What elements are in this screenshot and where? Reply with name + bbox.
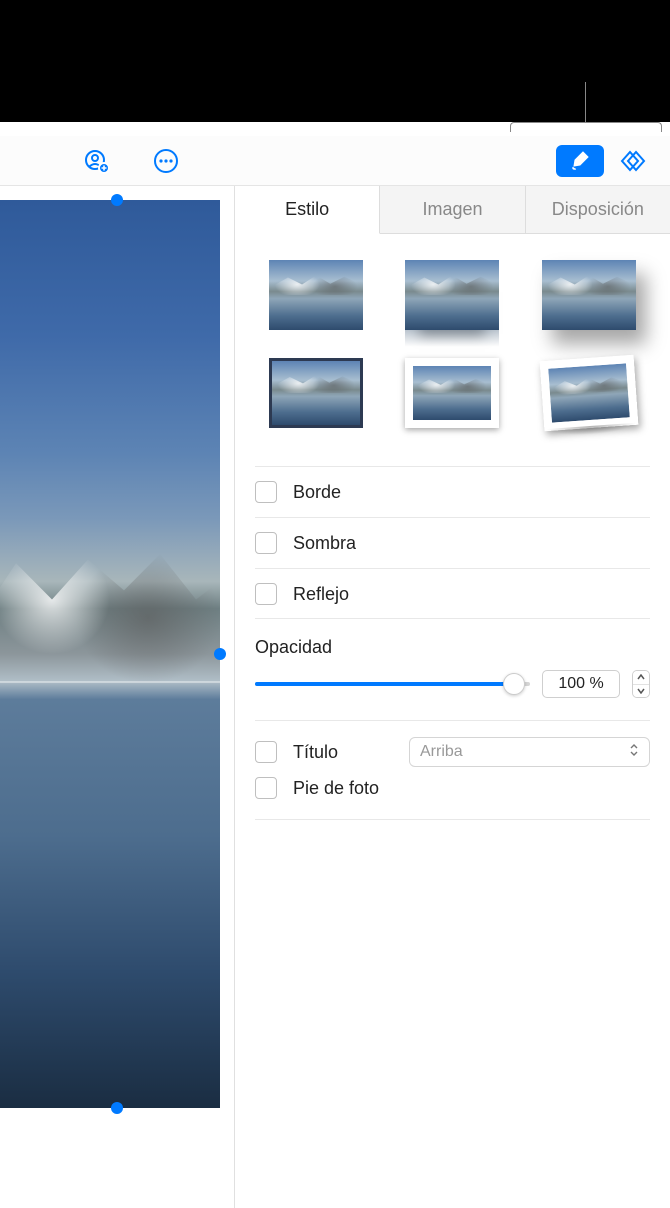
document-canvas[interactable] — [0, 186, 234, 1208]
style-preset-reflection[interactable] — [405, 260, 499, 330]
collaborate-button[interactable] — [80, 145, 112, 177]
more-options-button[interactable] — [150, 145, 182, 177]
title-label: Título — [293, 742, 397, 763]
title-caption-section: Título Arriba Pie de foto — [255, 721, 650, 820]
more-options-icon — [152, 147, 180, 175]
selection-handle-right[interactable] — [214, 648, 226, 660]
border-label: Borde — [293, 482, 341, 503]
chevron-down-icon — [637, 688, 645, 694]
style-preset-none[interactable] — [269, 260, 363, 330]
selected-image[interactable] — [0, 200, 220, 1108]
opacity-step-up[interactable] — [633, 671, 649, 685]
collaborate-icon — [82, 147, 110, 175]
format-inspector-panel: Estilo Imagen Disposición Borde Sombra — [234, 186, 670, 1208]
opacity-section: Opacidad 100 % — [255, 618, 650, 721]
selection-handle-bottom[interactable] — [111, 1102, 123, 1114]
shadow-label: Sombra — [293, 533, 356, 554]
style-preset-white-frame[interactable] — [405, 358, 499, 428]
opacity-stepper — [632, 670, 650, 698]
annotation-callout — [0, 122, 670, 136]
reflection-checkbox[interactable] — [255, 583, 277, 605]
title-checkbox[interactable] — [255, 741, 277, 763]
toolbar — [0, 136, 670, 186]
style-preset-shadow[interactable] — [542, 260, 636, 330]
diamond-icon — [619, 149, 649, 173]
opacity-label: Opacidad — [255, 637, 650, 658]
format-inspector-button[interactable] — [556, 145, 604, 177]
opacity-value-field[interactable]: 100 % — [542, 670, 620, 698]
reflection-label: Reflejo — [293, 584, 349, 605]
style-preset-tilted-frame[interactable] — [540, 355, 639, 431]
tab-style[interactable]: Estilo — [235, 186, 380, 234]
opacity-slider[interactable] — [255, 676, 530, 692]
border-row: Borde — [255, 466, 650, 517]
title-position-value: Arriba — [420, 743, 463, 761]
dropdown-caret-icon — [629, 743, 639, 761]
animate-inspector-button[interactable] — [610, 145, 658, 177]
reflection-row: Reflejo — [255, 568, 650, 619]
selection-handle-top[interactable] — [111, 194, 123, 206]
tab-arrange[interactable]: Disposición — [526, 186, 670, 234]
style-preset-dark-border[interactable] — [269, 358, 363, 428]
inspector-tabs: Estilo Imagen Disposición — [235, 186, 670, 234]
border-checkbox[interactable] — [255, 481, 277, 503]
opacity-step-down[interactable] — [633, 685, 649, 698]
shadow-checkbox[interactable] — [255, 532, 277, 554]
style-thumbnail-grid — [255, 252, 650, 444]
window-titlebar-blackout — [0, 0, 670, 122]
paintbrush-icon — [568, 149, 592, 173]
caption-checkbox[interactable] — [255, 777, 277, 799]
tab-image[interactable]: Imagen — [380, 186, 525, 234]
chevron-up-icon — [637, 674, 645, 680]
caption-label: Pie de foto — [293, 778, 379, 799]
shadow-row: Sombra — [255, 517, 650, 568]
title-position-dropdown[interactable]: Arriba — [409, 737, 650, 767]
